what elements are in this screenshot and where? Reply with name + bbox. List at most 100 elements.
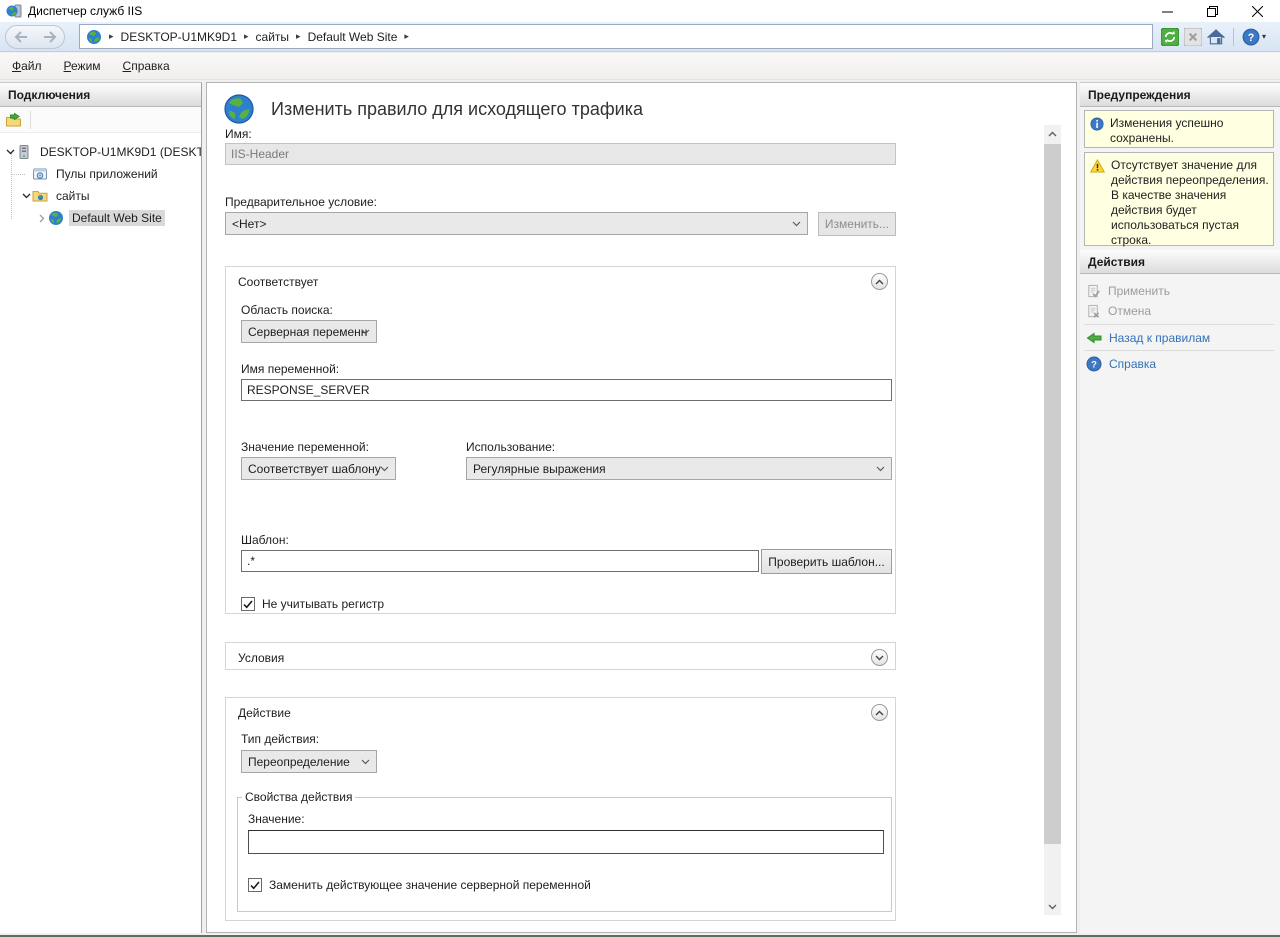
menu-item-view[interactable]: Режим bbox=[64, 59, 101, 73]
operation-select[interactable]: Соответствует шаблону bbox=[241, 457, 396, 480]
toolbar-separator bbox=[1233, 28, 1234, 46]
refresh-button[interactable] bbox=[1161, 28, 1179, 46]
test-pattern-button[interactable]: Проверить шаблон... bbox=[761, 549, 892, 574]
name-label: Имя: bbox=[225, 127, 252, 141]
expand-section-button[interactable] bbox=[871, 649, 888, 666]
collapse-section-button[interactable] bbox=[871, 273, 888, 290]
alert-text: Отсутствует значение для действия переоп… bbox=[1111, 158, 1269, 240]
stop-button[interactable] bbox=[1184, 28, 1202, 46]
help-icon: ? bbox=[1086, 356, 1102, 372]
action-section: Действие Тип действия: Переопределение С… bbox=[225, 697, 896, 921]
scope-select[interactable]: Серверная переменн bbox=[241, 320, 377, 343]
using-label: Использование: bbox=[466, 440, 555, 454]
collapse-chevron-icon[interactable] bbox=[20, 193, 32, 199]
cancel-label: Отмена bbox=[1108, 304, 1151, 318]
info-icon bbox=[1090, 117, 1104, 142]
alert-info: Изменения успешно сохранены. bbox=[1084, 110, 1274, 148]
help-link[interactable]: ? Справка bbox=[1086, 355, 1156, 373]
connections-panel-header: Подключения bbox=[0, 83, 201, 107]
actions-separator bbox=[1084, 350, 1274, 351]
variable-name-input[interactable] bbox=[241, 379, 892, 401]
tree-item-server[interactable]: DESKTOP-U1MK9D1 (DESKTOP bbox=[0, 141, 201, 163]
precondition-select[interactable]: <Нет> bbox=[225, 212, 808, 235]
apply-label: Применить bbox=[1108, 284, 1170, 298]
breadcrumb-arrow-icon: ▸ bbox=[109, 31, 114, 42]
chevron-down-icon bbox=[361, 329, 370, 335]
tree-item-sites[interactable]: сайты bbox=[0, 185, 201, 207]
operation-label: Значение переменной: bbox=[241, 440, 369, 454]
action-value-label: Значение: bbox=[248, 812, 305, 826]
chevron-down-icon bbox=[792, 221, 801, 227]
forward-button[interactable] bbox=[43, 31, 57, 43]
tree-item-label: DESKTOP-U1MK9D1 (DESKTOP bbox=[37, 144, 201, 160]
using-select[interactable]: Регулярные выражения bbox=[466, 457, 892, 480]
name-input[interactable] bbox=[225, 143, 896, 165]
address-bar: ▸ DESKTOP-U1MK9D1 ▸ сайты ▸ Default Web … bbox=[0, 22, 1280, 52]
help-label: Справка bbox=[1109, 357, 1156, 371]
action-type-select[interactable]: Переопределение bbox=[241, 750, 377, 773]
back-button[interactable] bbox=[14, 31, 28, 43]
alert-warning: Отсутствует значение для действия переоп… bbox=[1084, 152, 1274, 246]
chevron-down-icon bbox=[380, 466, 389, 472]
application-pools-icon bbox=[32, 166, 49, 182]
tree-item-label-selected: Default Web Site bbox=[69, 210, 165, 226]
apply-action[interactable]: Применить bbox=[1086, 282, 1170, 300]
home-button[interactable] bbox=[1207, 28, 1225, 46]
ignore-case-label: Не учитывать регистр bbox=[262, 597, 384, 611]
collapse-chevron-icon[interactable] bbox=[4, 149, 16, 155]
scrollbar-thumb[interactable] bbox=[1044, 144, 1061, 844]
action-value-input[interactable] bbox=[248, 830, 884, 854]
breadcrumb[interactable]: ▸ DESKTOP-U1MK9D1 ▸ сайты ▸ Default Web … bbox=[79, 24, 1153, 49]
menu-item-file[interactable]: Файл bbox=[12, 59, 42, 73]
svg-text:?: ? bbox=[1248, 31, 1255, 43]
tree-item-label: сайты bbox=[53, 188, 93, 204]
connections-toolbar bbox=[0, 107, 201, 133]
breadcrumb-item-server[interactable]: DESKTOP-U1MK9D1 bbox=[121, 30, 237, 44]
action-properties-title: Свойства действия bbox=[242, 790, 355, 804]
tree-item-app-pools[interactable]: Пулы приложений bbox=[0, 163, 201, 185]
svg-text:?: ? bbox=[1091, 360, 1097, 371]
warning-icon bbox=[1090, 159, 1105, 240]
scroll-down-button[interactable] bbox=[1044, 898, 1061, 915]
alerts-panel-header: Предупреждения bbox=[1080, 83, 1280, 107]
replace-value-checkbox[interactable] bbox=[248, 878, 262, 892]
pattern-label: Шаблон: bbox=[241, 533, 289, 547]
actions-panel-header: Действия bbox=[1080, 250, 1280, 274]
menu-item-help[interactable]: Справка bbox=[123, 59, 170, 73]
pattern-input[interactable] bbox=[241, 550, 759, 572]
chevron-down-icon bbox=[876, 466, 885, 472]
operation-value: Соответствует шаблону bbox=[248, 462, 381, 476]
app-window: Диспетчер служб IIS ▸ bbox=[0, 0, 1280, 937]
save-connection-button[interactable] bbox=[5, 112, 22, 128]
breadcrumb-item-default-web-site[interactable]: Default Web Site bbox=[308, 30, 398, 44]
maximize-button[interactable] bbox=[1190, 0, 1235, 22]
website-globe-icon bbox=[48, 210, 65, 226]
breadcrumb-arrow-icon: ▸ bbox=[296, 31, 301, 42]
back-to-rules-link[interactable]: Назад к правилам bbox=[1086, 329, 1210, 347]
right-panel: Предупреждения Изменения успешно сохране… bbox=[1080, 82, 1280, 933]
expand-chevron-icon[interactable] bbox=[36, 214, 48, 223]
collapse-section-button[interactable] bbox=[871, 704, 888, 721]
minimize-button[interactable] bbox=[1145, 0, 1190, 22]
page-globe-icon bbox=[223, 93, 255, 125]
cancel-action[interactable]: Отмена bbox=[1086, 302, 1151, 320]
close-button[interactable] bbox=[1235, 0, 1280, 22]
connections-tree: DESKTOP-U1MK9D1 (DESKTOP Пулы приложений… bbox=[0, 133, 201, 229]
tree-item-default-web-site[interactable]: Default Web Site bbox=[0, 207, 201, 229]
scroll-up-button[interactable] bbox=[1044, 125, 1061, 142]
action-type-label: Тип действия: bbox=[241, 732, 319, 746]
help-button[interactable]: ? ▾ bbox=[1242, 28, 1266, 46]
apply-icon bbox=[1086, 284, 1101, 299]
help-dropdown-caret-icon: ▾ bbox=[1262, 32, 1266, 41]
chevron-down-icon bbox=[361, 759, 370, 765]
main-scrollbar[interactable] bbox=[1044, 125, 1061, 915]
back-arrow-icon bbox=[1086, 331, 1102, 345]
ignore-case-checkbox[interactable] bbox=[241, 597, 255, 611]
tree-item-label: Пулы приложений bbox=[53, 166, 161, 182]
edit-precondition-button[interactable]: Изменить... bbox=[818, 212, 896, 236]
scope-label: Область поиска: bbox=[241, 303, 333, 317]
feature-page: Изменить правило для исходящего трафика … bbox=[206, 82, 1077, 933]
precondition-label: Предварительное условие: bbox=[225, 195, 377, 209]
globe-icon bbox=[86, 29, 102, 45]
breadcrumb-item-sites[interactable]: сайты bbox=[256, 30, 290, 44]
